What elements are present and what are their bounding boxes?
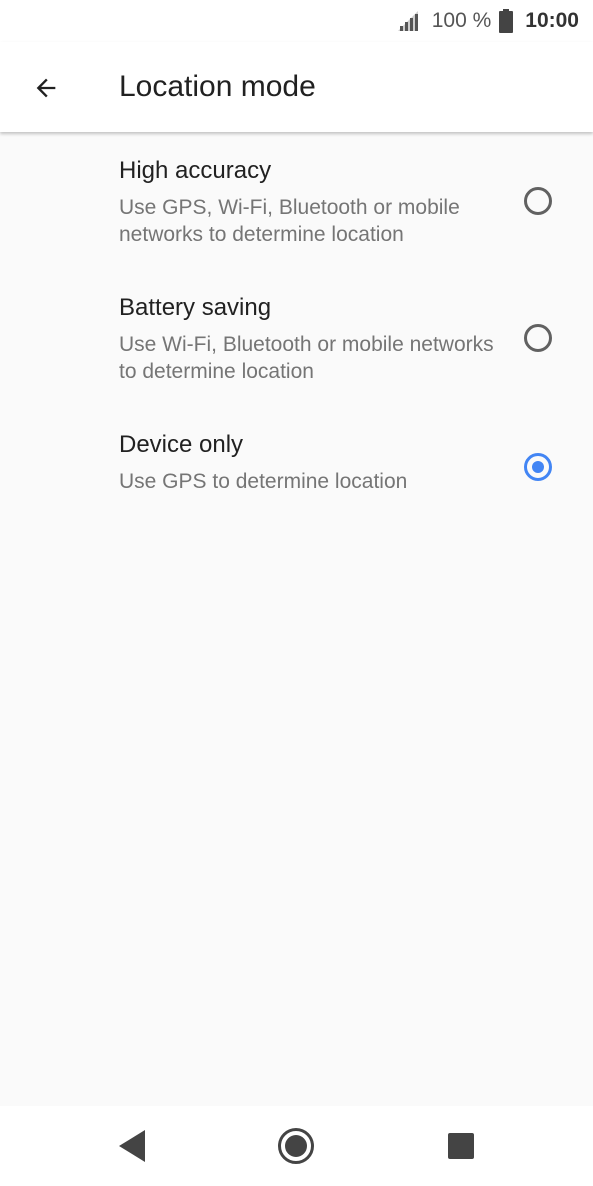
option-description: Use GPS to determine location bbox=[119, 470, 408, 493]
location-mode-options: High accuracy Use GPS, Wi-Fi, Bluetooth … bbox=[0, 132, 593, 543]
option-label: High accuracy bbox=[119, 157, 272, 184]
option-description: Use GPS, Wi-Fi, Bluetooth or mobile netw… bbox=[119, 196, 460, 246]
radio-button[interactable] bbox=[524, 324, 552, 352]
option-device-only[interactable]: Device only Use GPS to determine locatio… bbox=[0, 406, 593, 543]
nav-home-icon bbox=[278, 1128, 314, 1164]
option-description: Use Wi-Fi, Bluetooth or mobile networks … bbox=[119, 333, 494, 383]
back-arrow-icon bbox=[36, 78, 56, 98]
option-battery-saving[interactable]: Battery saving Use Wi-Fi, Bluetooth or m… bbox=[0, 269, 593, 406]
nav-back-button[interactable] bbox=[112, 1126, 152, 1166]
radio-button[interactable] bbox=[524, 187, 552, 215]
status-clock: 10:00 bbox=[525, 9, 579, 32]
battery-icon bbox=[499, 9, 514, 33]
battery-percentage: 100 % bbox=[431, 9, 492, 32]
navigation-bar bbox=[0, 1106, 593, 1186]
app-bar: Location mode bbox=[0, 42, 593, 132]
status-bar: 100 % 10:00 bbox=[0, 0, 593, 42]
radio-button-selected[interactable] bbox=[524, 453, 552, 481]
page-title: Location mode bbox=[119, 70, 316, 103]
nav-recents-icon bbox=[448, 1133, 474, 1159]
signal-icon bbox=[396, 11, 420, 31]
option-high-accuracy[interactable]: High accuracy Use GPS, Wi-Fi, Bluetooth … bbox=[0, 132, 593, 269]
nav-home-button[interactable] bbox=[276, 1126, 316, 1166]
nav-back-icon bbox=[119, 1130, 145, 1162]
option-label: Device only bbox=[119, 431, 244, 458]
nav-recents-button[interactable] bbox=[441, 1126, 481, 1166]
back-button[interactable] bbox=[22, 64, 70, 112]
option-label: Battery saving bbox=[119, 294, 272, 321]
